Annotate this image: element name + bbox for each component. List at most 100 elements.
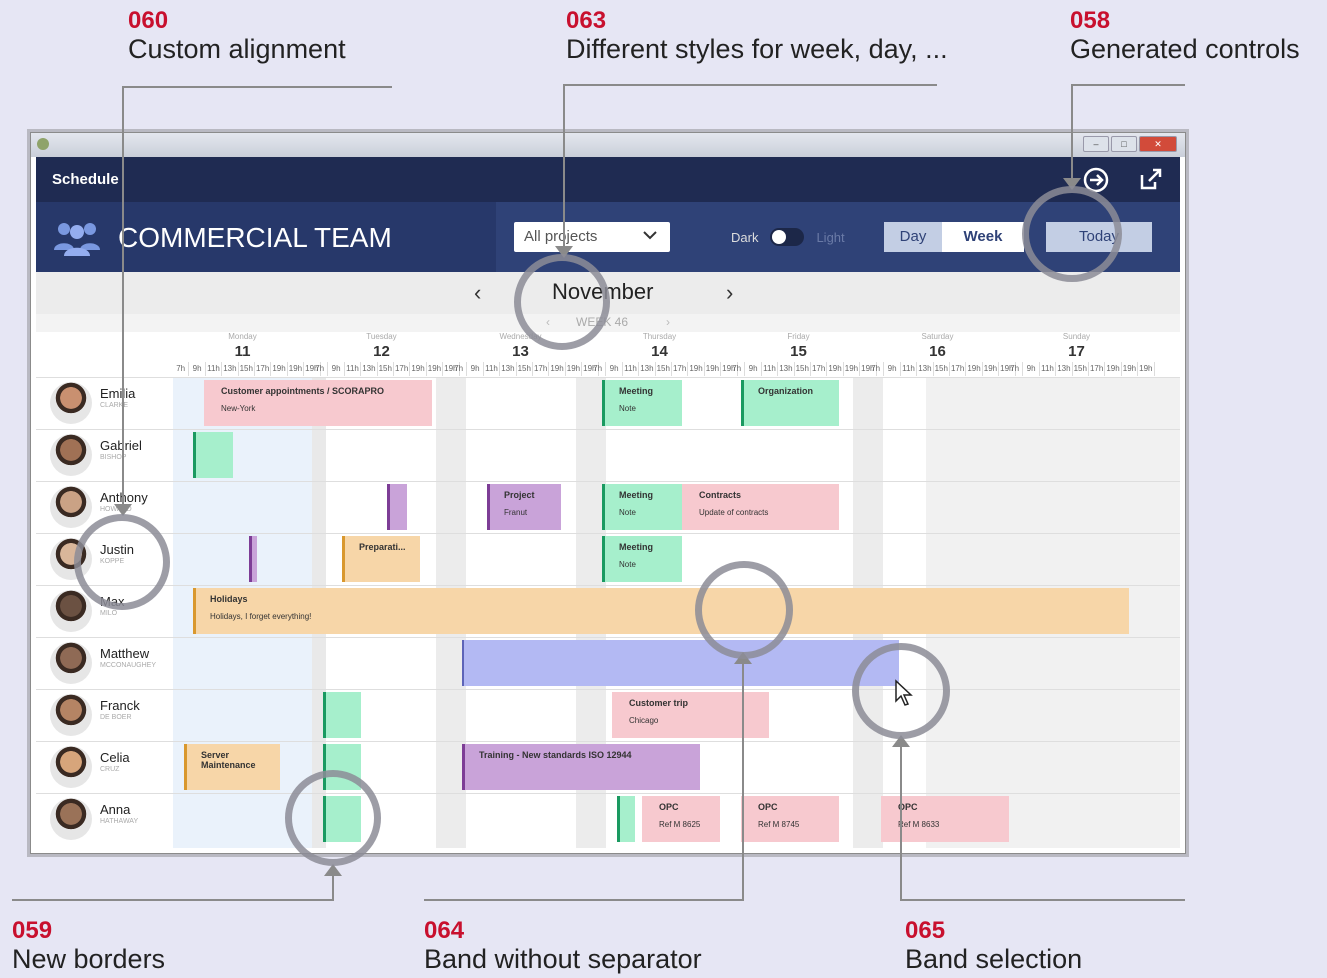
day-name: Sunday (1062, 332, 1091, 341)
prev-week-icon[interactable]: ‹ (546, 315, 550, 329)
callout-label: New borders (12, 944, 166, 974)
arrow-icon (324, 864, 342, 876)
hour-label: 13h (361, 362, 378, 376)
project-select[interactable]: All projects (514, 222, 670, 252)
day-hour-scale: 7h 9h 11h 13h 15h 17h 19h 19h 19h (173, 362, 321, 376)
event-block[interactable]: Contracts Update of contracts (682, 484, 839, 530)
callout-label: Band without separator (424, 944, 702, 974)
person-name: Emilia (100, 386, 136, 401)
event-block[interactable] (193, 432, 233, 478)
hour-label: 15h (378, 362, 394, 376)
arrow-icon (734, 652, 752, 664)
leader-line (563, 84, 937, 86)
hour-label: 7h (729, 362, 746, 376)
resource-person[interactable]: AnthonyHOWARD (36, 482, 173, 534)
event-block[interactable]: OPC Ref M 8745 (741, 796, 839, 842)
leader-line (424, 899, 744, 901)
avatar (50, 694, 92, 736)
hour-label: 17h (255, 362, 272, 376)
team-icon (54, 220, 100, 256)
next-month-icon[interactable]: › (726, 280, 733, 306)
hour-label: 19h (410, 362, 427, 376)
arrow-icon (1063, 178, 1081, 190)
hour-label: 11h (345, 362, 362, 376)
day-name: Wednesday (499, 332, 542, 341)
hour-label: 13h (500, 362, 517, 376)
hour-label: 9h (1023, 362, 1040, 376)
prev-month-icon[interactable]: ‹ (474, 280, 481, 306)
event-block[interactable]: Holidays Holidays, I forget everything! (193, 588, 1129, 634)
maximize-icon[interactable]: □ (1111, 136, 1137, 152)
day-hour-scale: 7h 9h 11h 13h 15h 17h 19h 19h 19h (590, 362, 738, 376)
event-title: Holidays (210, 594, 248, 604)
event-subtitle: Update of contracts (699, 508, 769, 517)
minimize-icon[interactable]: – (1083, 136, 1109, 152)
hour-label: 13h (222, 362, 239, 376)
view-switch: Day Week (884, 222, 1024, 252)
event-block[interactable]: Server Maintenance (184, 744, 280, 790)
theme-toggle[interactable] (770, 228, 805, 246)
event-block[interactable] (387, 484, 407, 530)
resource-person[interactable]: Gabriel BISHOP (36, 430, 173, 482)
event-title: Contracts (699, 490, 742, 500)
resource-person[interactable]: Franck DE BOER (36, 690, 173, 742)
event-block[interactable] (323, 692, 361, 738)
event-block[interactable]: Meeting Note (602, 484, 682, 530)
resource-person[interactable]: Anna HATHAWAY (36, 794, 173, 846)
resource-person[interactable]: Justin KOPPE (36, 534, 173, 586)
event-block[interactable]: Project Franut (487, 484, 561, 530)
day-hour-scale: 7h 9h 11h 13h 15h 17h 19h 19h 19h (312, 362, 460, 376)
close-icon[interactable]: ✕ (1139, 136, 1177, 152)
event-block[interactable]: Training - New standards ISO 12944 (462, 744, 700, 790)
day-header: Sunday 17 (1007, 332, 1146, 360)
hour-label: 19h (983, 362, 1000, 376)
event-subtitle: New-York (221, 404, 256, 413)
arrow-icon (114, 504, 132, 516)
event-block[interactable]: Customer trip Chicago (612, 692, 769, 738)
event-block[interactable] (249, 536, 257, 582)
signout-icon[interactable] (1082, 166, 1110, 194)
event-block[interactable]: Customer appointments / SCORAPRO New-York (204, 380, 432, 426)
person-surname: KOPPE (100, 558, 125, 565)
hour-label: 15h (239, 362, 255, 376)
band-selection[interactable] (462, 640, 899, 686)
hour-label: 19h (427, 362, 444, 376)
event-block[interactable] (323, 796, 361, 842)
event-title: Meeting (619, 542, 654, 552)
hour-label: 19h (966, 362, 983, 376)
hour-label: 17h (533, 362, 550, 376)
event-title: Meeting (619, 386, 654, 396)
hour-label: 7h (590, 362, 607, 376)
event-block[interactable] (617, 796, 635, 842)
event-block[interactable]: Preparati... (342, 536, 420, 582)
resource-person[interactable]: Matthew MCCONAUGHEY (36, 638, 173, 690)
hour-label: 7h (173, 362, 190, 376)
next-week-icon[interactable]: › (666, 315, 670, 329)
arrow-icon (555, 246, 573, 258)
resource-person[interactable]: Celia CRUZ (36, 742, 173, 794)
event-title: OPC (898, 802, 918, 812)
event-block[interactable]: Meeting Note (602, 380, 682, 426)
hour-label: 19h (288, 362, 305, 376)
week-view-button[interactable]: Week (942, 222, 1024, 252)
theme-switch: Dark Light (731, 228, 845, 246)
external-link-icon[interactable] (1136, 166, 1164, 194)
hour-label: 11h (901, 362, 918, 376)
callout-number: 059 (12, 917, 53, 944)
resource-person[interactable]: Emilia CLARKE (36, 378, 173, 430)
event-block[interactable]: Meeting Note (602, 536, 682, 582)
day-hour-scale: 7h 9h 11h 13h 15h 17h 19h 19h 19h (868, 362, 1016, 376)
hour-label: 7h (451, 362, 468, 376)
hour-label: 11h (623, 362, 640, 376)
event-block[interactable]: Organization (741, 380, 839, 426)
resource-person[interactable]: Max MILO (36, 586, 173, 638)
hour-label: 11h (762, 362, 779, 376)
event-block[interactable] (323, 744, 361, 790)
hour-label: 13h (1056, 362, 1073, 376)
day-view-button[interactable]: Day (884, 222, 942, 252)
today-button[interactable]: Today (1046, 222, 1152, 252)
hour-label: 19h (271, 362, 288, 376)
day-date: 11 (234, 343, 251, 360)
event-block[interactable]: OPC Ref M 8625 (642, 796, 720, 842)
event-subtitle: Ref M 8625 (659, 820, 701, 829)
